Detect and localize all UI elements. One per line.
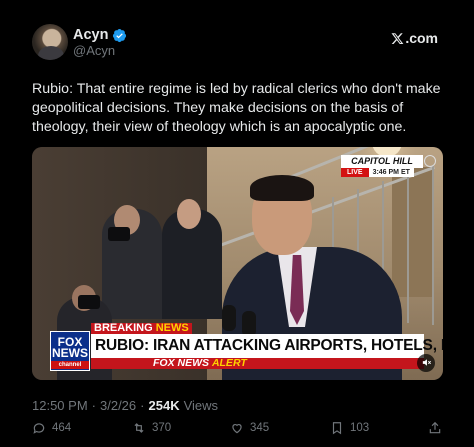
avatar[interactable] bbox=[32, 24, 68, 60]
news-word: NEWS bbox=[155, 322, 189, 334]
alert-brand: FOX NEWS bbox=[153, 357, 210, 369]
rail-post bbox=[432, 165, 434, 325]
tweet-time[interactable]: 12:50 PM bbox=[32, 398, 88, 413]
reply-icon bbox=[33, 423, 45, 434]
tweet-text: Rubio: That entire regime is led by radi… bbox=[32, 81, 441, 135]
meta-separator: · bbox=[140, 398, 145, 413]
heart-icon bbox=[232, 424, 242, 434]
live-label: LIVE bbox=[341, 168, 369, 177]
author-name[interactable]: Acyn bbox=[73, 27, 108, 43]
reply-count: 464 bbox=[52, 422, 72, 434]
video-player[interactable]: CAPITOL HILL LIVE 3:46 PM ET FOX NEWS ch… bbox=[32, 147, 443, 380]
alert-word: ALERT bbox=[211, 357, 247, 369]
author-handle[interactable]: @Acyn bbox=[73, 43, 115, 58]
live-time: 3:46 PM ET bbox=[368, 168, 414, 177]
share-button[interactable] bbox=[428, 421, 442, 435]
chyron-headline: RUBIO: IRAN ATTACKING AIRPORTS, HOTELS, … bbox=[91, 334, 443, 358]
repost-icon bbox=[134, 423, 144, 433]
views-label: Views bbox=[183, 398, 219, 413]
mute-toggle-button[interactable] bbox=[417, 354, 435, 372]
location-bug: CAPITOL HILL bbox=[341, 155, 423, 168]
breaking-news-tag: BREAKING NEWS bbox=[91, 323, 192, 334]
like-count: 345 bbox=[250, 422, 270, 434]
action-bar: 464 370 345 103 bbox=[32, 421, 444, 439]
lower-third: FOX NEWS channel BREAKING NEWS RUBIO: IR… bbox=[50, 323, 443, 371]
fox-logo-text-2: NEWS bbox=[52, 346, 88, 360]
share-icon bbox=[429, 421, 441, 434]
bookmark-button[interactable]: 103 bbox=[330, 421, 369, 435]
repost-button[interactable]: 370 bbox=[132, 421, 171, 435]
live-bug: LIVE 3:46 PM ET bbox=[341, 168, 414, 177]
bystander-head bbox=[177, 199, 201, 229]
camera-icon bbox=[78, 295, 100, 309]
tweet-card: Acyn @Acyn .com Rubio: That entire regim… bbox=[0, 0, 474, 447]
speaker-muted-icon bbox=[422, 359, 431, 366]
fox-logo-sub: channel bbox=[51, 361, 89, 369]
fox-news-alert: FOX NEWS ALERT bbox=[91, 358, 424, 369]
tweet-meta: 12:50 PM · 3/2/26 · 254K Views bbox=[32, 398, 218, 413]
network-icon bbox=[424, 155, 436, 167]
views-count: 254K bbox=[148, 398, 180, 413]
repost-count: 370 bbox=[152, 422, 172, 434]
tweet-header: Acyn @Acyn .com bbox=[32, 24, 442, 64]
x-domain-label: .com bbox=[405, 30, 438, 46]
bookmark-icon bbox=[332, 422, 342, 435]
verified-badge-icon bbox=[113, 28, 127, 42]
author-name-row: Acyn bbox=[73, 26, 127, 44]
speaker-hair bbox=[250, 175, 314, 201]
bookmark-count: 103 bbox=[350, 422, 370, 434]
like-button[interactable]: 345 bbox=[230, 421, 269, 435]
fox-news-logo: FOX NEWS channel bbox=[50, 331, 90, 371]
breaking-word: BREAKING bbox=[94, 322, 153, 334]
x-logo-icon bbox=[391, 32, 404, 44]
x-logo-link[interactable]: .com bbox=[391, 30, 438, 46]
meta-separator: · bbox=[91, 398, 96, 413]
camera-icon bbox=[108, 227, 130, 241]
rail-post bbox=[407, 173, 409, 323]
video-scene-door bbox=[392, 167, 432, 297]
reply-button[interactable]: 464 bbox=[32, 421, 71, 435]
tweet-date[interactable]: 3/2/26 bbox=[100, 398, 136, 413]
